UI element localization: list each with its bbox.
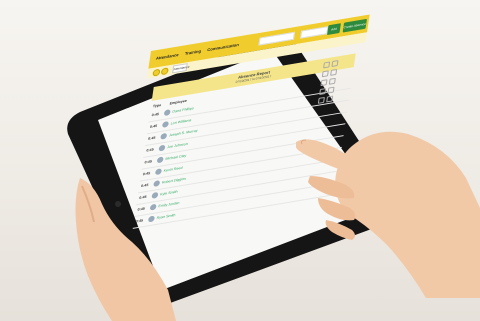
menu-item-training[interactable]: Training [185,48,202,56]
create-absence-button[interactable]: Create Absence [342,18,367,33]
menu-item-attendance[interactable]: Attendance [156,52,179,61]
column-type: Type [152,103,162,109]
delete-icon[interactable] [330,68,338,76]
date-to-input[interactable] [300,26,329,39]
avatar [160,132,168,140]
delete-icon[interactable] [328,77,336,85]
employee-name[interactable]: Michael Clay [165,154,186,161]
right-hand [296,131,480,298]
edit-icon[interactable] [323,60,331,68]
employee-name[interactable]: Lori Williams [170,118,191,125]
avatar [161,120,170,128]
edit-icon[interactable] [319,87,327,95]
row-time: 0:45 [151,112,160,118]
row-time: 0:45 [149,123,158,130]
delete-icon[interactable] [326,95,334,102]
avatar [154,168,163,176]
delete-icon[interactable] [331,59,339,67]
delete-icon[interactable] [327,86,335,94]
avatar [156,156,164,164]
row-time: 0:45 [147,135,156,141]
employee-name[interactable]: Dana Phillips [172,106,194,113]
menu-item-communication[interactable]: Communication [207,42,239,52]
index-finger [296,139,359,174]
row-time: 0:45 [146,147,154,153]
employee-name[interactable]: Joe Johnson [167,142,188,149]
right-hand-skin [335,131,480,298]
employee-name[interactable]: Kevin Reed [163,166,182,173]
avatar [163,109,171,117]
row-time: 0:45 [142,171,151,177]
row-time: 0:45 [144,159,153,165]
date-from-input[interactable] [258,31,295,46]
little-finger [325,220,355,240]
edit-icon[interactable] [317,96,325,104]
left-hand [75,178,176,321]
add-button[interactable]: Add [327,23,341,36]
avatar [158,144,166,152]
edit-icon[interactable] [320,78,328,86]
left-hand-skin [75,178,176,321]
edit-icon[interactable] [321,69,329,77]
employee-name[interactable]: Joseph S. Murray [169,129,198,138]
